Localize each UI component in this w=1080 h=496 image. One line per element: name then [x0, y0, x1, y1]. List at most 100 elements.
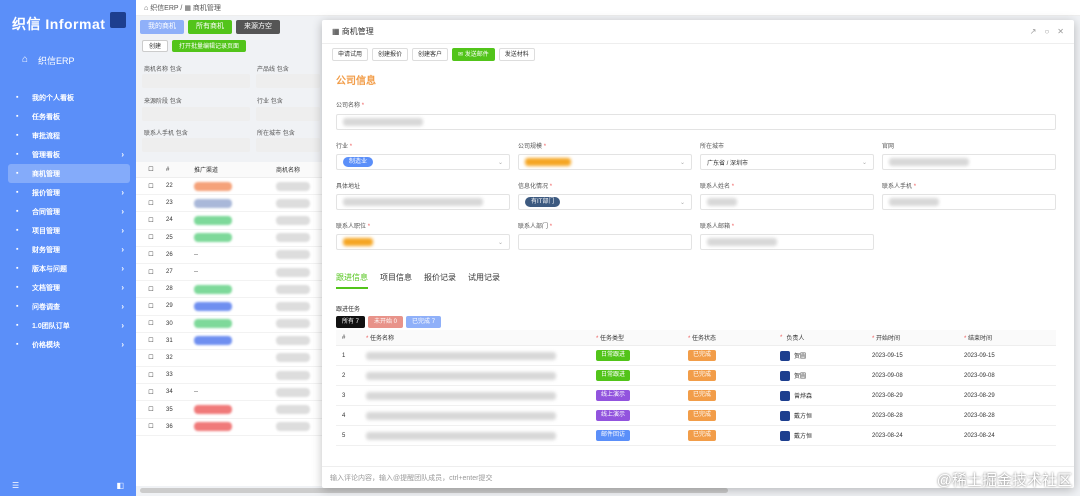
sidebar-item[interactable]: ▪ 文档管理 › [8, 278, 130, 297]
collapse-icon[interactable]: ◧ [116, 481, 124, 490]
sidebar-item[interactable]: ▪ 版本与问题 › [8, 259, 130, 278]
email-field[interactable] [700, 234, 874, 250]
create-quote-button[interactable]: 创建报价 [372, 48, 409, 61]
filter-input[interactable] [256, 138, 320, 152]
table-row[interactable]: ☐ 35 [136, 401, 322, 419]
close-icon[interactable]: ✕ [1057, 27, 1064, 36]
app-icon[interactable] [110, 12, 126, 28]
tab-trial[interactable]: 试用记录 [468, 272, 500, 289]
table-row[interactable]: ☐ 26 -- [136, 247, 322, 264]
sidebar-item[interactable]: ▪ 1.0团队订单 › [8, 316, 130, 335]
table-row[interactable]: 3 线上演示 已完成 曾烨森 2023-08-29 2023-08-29 [336, 386, 1056, 406]
sidebar-item[interactable]: ▪ 项目管理 › [8, 221, 130, 240]
avatar [780, 390, 790, 401]
col-name[interactable]: 商机名称 [276, 165, 322, 174]
tab-my[interactable]: 我的商机 [140, 20, 184, 34]
checkbox-icon[interactable]: ☐ [136, 337, 166, 344]
create-customer-button[interactable]: 创建客户 [412, 48, 449, 61]
table-row[interactable]: 1 日常跟进 已完成 贺圆 2023-09-15 2023-09-15 [336, 346, 1056, 366]
position-select[interactable]: ⌄ [336, 234, 510, 250]
website-field[interactable] [882, 154, 1056, 170]
filter-input[interactable] [142, 74, 250, 88]
sidebar-item[interactable]: ▪ 财务管理 › [8, 240, 130, 259]
checkbox-icon[interactable]: ☐ [136, 372, 166, 379]
checkbox-icon[interactable]: ☐ [136, 389, 166, 396]
department-field[interactable] [518, 234, 692, 250]
erp-title[interactable]: 织信ERP [38, 54, 75, 67]
checkbox-icon[interactable]: ☐ [136, 234, 166, 241]
send-email-button[interactable]: ✉ 发送邮件 [452, 48, 495, 61]
filter-done[interactable]: 已完成 7 [406, 316, 442, 328]
filter-input[interactable] [142, 107, 250, 121]
it-select[interactable]: 有IT部门 ⌄ [518, 194, 692, 210]
filter-input[interactable] [256, 74, 320, 88]
filter-all[interactable]: 所有 7 [336, 316, 366, 328]
horizontal-scrollbar[interactable] [140, 488, 728, 493]
checkbox-icon[interactable]: ☐ [136, 269, 166, 276]
batch-edit-button[interactable]: 打开批量编辑记录页面 [172, 40, 247, 52]
checkbox-icon[interactable]: ☐ [136, 406, 166, 413]
table-row[interactable]: 5 邮件回访 已完成 戴方恒 2023-08-24 2023-08-24 [336, 426, 1056, 446]
tab-project[interactable]: 项目信息 [380, 272, 412, 289]
sidebar-item[interactable]: ▪ 我的个人看板 [8, 88, 130, 107]
col-channel[interactable]: 推广渠道 [194, 165, 276, 174]
sidebar-item[interactable]: ▪ 问卷调查 › [8, 297, 130, 316]
table-row[interactable]: ☐ 36 [136, 419, 322, 436]
filter-input[interactable] [256, 107, 320, 121]
checkbox-icon[interactable]: ☐ [136, 166, 166, 173]
table-row[interactable]: 4 线上演示 已完成 戴方恒 2023-08-28 2023-08-28 [336, 406, 1056, 426]
table-row[interactable]: ☐ 28 [136, 281, 322, 299]
checkbox-icon[interactable]: ☐ [136, 423, 166, 430]
city-select[interactable]: 广东省 / 深圳市 ⌄ [700, 154, 874, 170]
refresh-icon[interactable]: ○ [1044, 27, 1049, 36]
table-row[interactable]: ☐ 32 [136, 350, 322, 368]
table-row[interactable]: ☐ 25 [136, 230, 322, 247]
checkbox-icon[interactable]: ☐ [136, 217, 166, 224]
filter-not-started[interactable]: 未开始 0 [368, 316, 404, 328]
expand-icon[interactable]: ☰ [12, 481, 19, 490]
checkbox-icon[interactable]: ☐ [136, 286, 166, 293]
company-field[interactable] [336, 114, 1056, 130]
table-row[interactable]: ☐ 23 [136, 195, 322, 213]
table-row[interactable]: ☐ 31 [136, 333, 322, 350]
industry-select[interactable]: 制造业 ⌄ [336, 154, 510, 170]
table-row[interactable]: ☐ 34 -- [136, 384, 322, 402]
tab-quote[interactable]: 报价记录 [424, 272, 456, 289]
checkbox-icon[interactable]: ☐ [136, 251, 166, 258]
sidebar-item[interactable]: ▪ 商机管理 [8, 164, 130, 183]
scale-select[interactable]: ⌄ [518, 154, 692, 170]
checkbox-icon[interactable]: ☐ [136, 303, 166, 310]
sidebar-item[interactable]: ▪ 任务看板 [8, 107, 130, 126]
table-icon: ▦ [184, 5, 193, 12]
table-row[interactable]: 2 日常跟进 已完成 贺圆 2023-09-08 2023-09-08 [336, 366, 1056, 386]
sidebar-item[interactable]: ▪ 报价管理 › [8, 183, 130, 202]
send-material-button[interactable]: 发送材料 [498, 48, 535, 61]
tab-source[interactable]: 来源方空 [236, 20, 280, 34]
tab-follow[interactable]: 跟进信息 [336, 272, 368, 289]
checkbox-icon[interactable]: ☐ [136, 354, 166, 361]
open-icon[interactable]: ↗ [1030, 27, 1037, 36]
sidebar-item[interactable]: ▪ 价格模块 › [8, 335, 130, 354]
apply-trial-button[interactable]: 申请试用 [332, 48, 369, 61]
address-field[interactable] [336, 194, 510, 210]
filter-input[interactable] [142, 138, 250, 152]
checkbox-icon[interactable]: ☐ [136, 183, 166, 190]
tab-all[interactable]: 所有商机 [188, 20, 232, 34]
chevron-right-icon: › [121, 188, 124, 197]
sidebar-item[interactable]: ▪ 管理看板 › [8, 145, 130, 164]
contact-name-field[interactable] [700, 194, 874, 210]
contact-phone-field[interactable] [882, 194, 1056, 210]
table-row[interactable]: ☐ 24 [136, 212, 322, 230]
sidebar-item[interactable]: ▪ 合同管理 › [8, 202, 130, 221]
checkbox-icon[interactable]: ☐ [136, 200, 166, 207]
sidebar-item[interactable]: ▪ 审批流程 [8, 126, 130, 145]
table-row[interactable]: ☐ 30 [136, 316, 322, 333]
table-row[interactable]: ☐ 27 -- [136, 264, 322, 282]
table-row[interactable]: ☐ 22 [136, 178, 322, 196]
create-button[interactable]: 创建 [142, 40, 169, 52]
row-index: 28 [166, 286, 173, 293]
breadcrumb-home[interactable]: 织信ERP [150, 5, 178, 12]
table-row[interactable]: ☐ 33 [136, 367, 322, 385]
table-row[interactable]: ☐ 29 [136, 298, 322, 316]
checkbox-icon[interactable]: ☐ [136, 320, 166, 327]
